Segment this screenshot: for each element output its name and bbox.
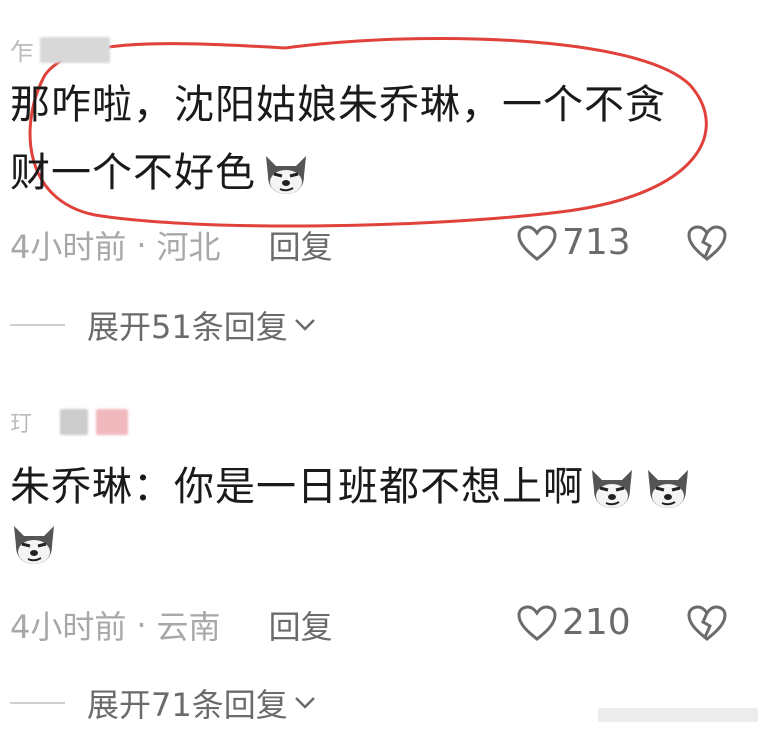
comment-1-username[interactable]: 乍 [10, 32, 110, 67]
chevron-down-icon [294, 319, 315, 331]
expand-replies-button[interactable]: 展开71条回复 [10, 680, 316, 726]
like-button[interactable]: 210 [516, 602, 631, 643]
husky-emoji-icon [8, 520, 60, 566]
comment-time: 4小时前 [10, 608, 127, 646]
username-initial: 乍 [10, 38, 34, 66]
like-count: 210 [562, 602, 631, 643]
like-count: 713 [562, 222, 631, 263]
watermark [598, 708, 758, 722]
username-blurred [40, 36, 110, 63]
comment-location: 河北 [156, 228, 221, 266]
comment-1-meta: 4小时前 · 河北 回复 [10, 222, 333, 268]
heart-outline-icon [517, 224, 557, 261]
husky-emoji-icon [586, 464, 638, 510]
username-blurred-pink [96, 409, 129, 435]
comment-1-text-line2: 财一个不好色 [10, 148, 312, 198]
username-initial: 玎 [10, 412, 33, 437]
husky-emoji-icon [642, 464, 694, 510]
comment-2-text-line1: 朱乔琳：你是一日班都不想上啊 [10, 462, 694, 512]
reply-button[interactable]: 回复 [269, 602, 333, 648]
heart-outline-icon [517, 604, 557, 641]
comment-location: 云南 [156, 608, 221, 646]
meta-separator: · [136, 226, 147, 264]
expand-replies-label: 展开71条回复 [87, 686, 288, 724]
comment-1: 乍 那咋啦，沈阳姑娘朱乔琳，一个不贪 财一个不好色 4小时前 · 河北 回复 7… [0, 0, 777, 360]
like-button[interactable]: 713 [516, 222, 631, 263]
chevron-down-icon [294, 697, 315, 709]
comment-time: 4小时前 [10, 228, 127, 266]
comment-2-meta: 4小时前 · 云南 回复 [10, 602, 333, 648]
username-blurred [60, 409, 89, 435]
comment-2-username[interactable]: 玎 [10, 406, 129, 438]
comment-2-text-line2 [8, 520, 60, 566]
meta-separator: · [136, 606, 147, 644]
comment-2-text-line1-label: 朱乔琳：你是一日班都不想上啊 [10, 464, 584, 510]
husky-emoji-icon [260, 150, 312, 196]
expand-divider-line [10, 702, 65, 704]
comment-2: 玎 朱乔琳：你是一日班都不想上啊 4小时前 · 云南 回复 210 展开71条回… [0, 390, 777, 740]
expand-divider-line [10, 324, 65, 326]
comment-1-text-line2-label: 财一个不好色 [10, 150, 256, 196]
comment-1-text-line1: 那咋啦，沈阳姑娘朱乔琳，一个不贪 [10, 82, 666, 128]
reply-button[interactable]: 回复 [269, 222, 333, 268]
broken-heart-icon[interactable] [686, 604, 728, 642]
expand-replies-label: 展开51条回复 [87, 308, 288, 346]
expand-replies-button[interactable]: 展开51条回复 [10, 302, 316, 348]
broken-heart-icon[interactable] [686, 224, 728, 262]
